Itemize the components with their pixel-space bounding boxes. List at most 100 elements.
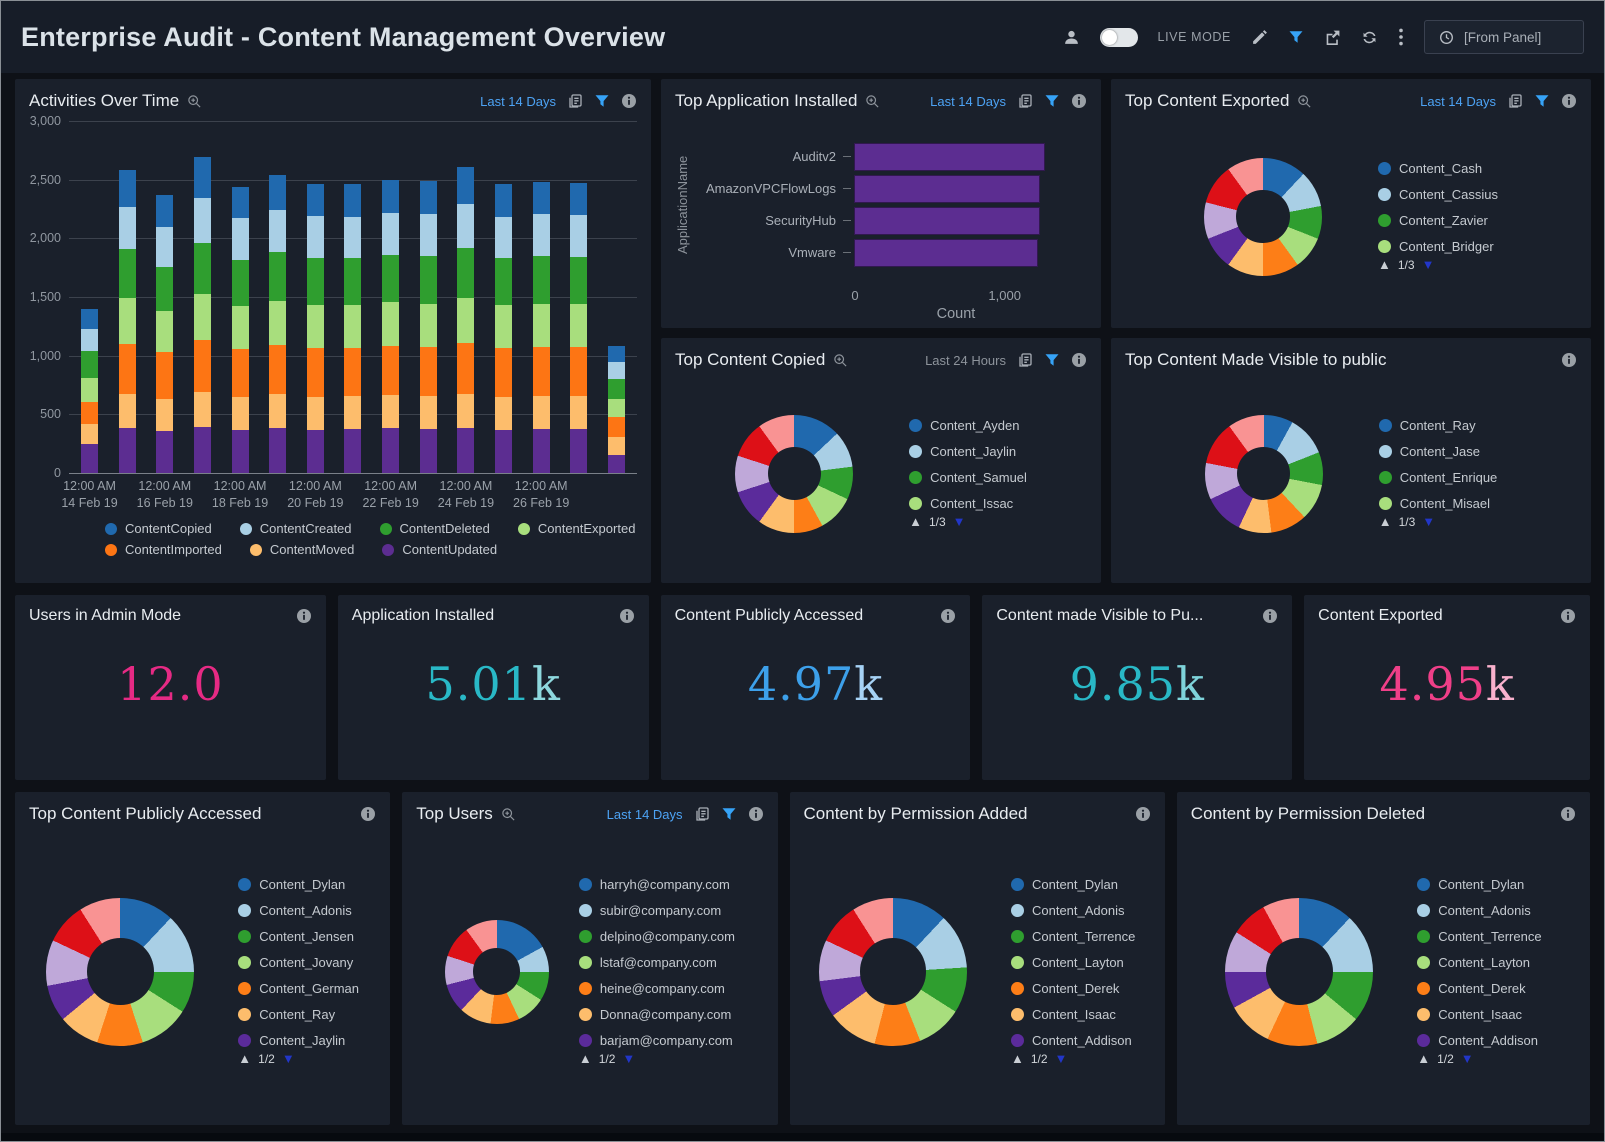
legend-item[interactable]: Content_Ayden	[909, 418, 1027, 433]
donut-chart[interactable]	[1225, 898, 1373, 1046]
info-icon[interactable]	[940, 608, 956, 624]
application-installed-bar-chart[interactable]: ApplicationNameAuditv2AmazonVPCFlowLogsS…	[661, 115, 1101, 328]
stacked-bar[interactable]	[194, 157, 211, 473]
info-icon[interactable]	[1071, 93, 1087, 109]
copy-icon[interactable]	[1507, 93, 1523, 109]
donut-chart[interactable]	[819, 898, 967, 1046]
filter-icon[interactable]	[1288, 29, 1304, 45]
pagination-up-icon[interactable]: ▲	[238, 1051, 251, 1066]
legend-item[interactable]: ContentDeleted	[380, 521, 490, 536]
info-icon[interactable]	[296, 608, 312, 624]
legend-item[interactable]: Content_Enrique	[1379, 470, 1498, 485]
info-icon[interactable]	[748, 806, 764, 822]
filter-icon[interactable]	[721, 806, 737, 822]
legend-item[interactable]: Content_Dylan	[238, 877, 359, 892]
legend-item[interactable]: Content_Jensen	[238, 929, 359, 944]
legend-item[interactable]: Content_Jovany	[238, 955, 359, 970]
stacked-bar[interactable]	[81, 309, 98, 473]
pagination-down-icon[interactable]: ▼	[282, 1051, 295, 1066]
live-mode-toggle[interactable]	[1100, 28, 1138, 47]
activities-stacked-bar-chart[interactable]: 3,0002,5002,0001,5001,000500012:00 AM14 …	[15, 115, 651, 583]
legend-item[interactable]: Content_Layton	[1011, 955, 1135, 970]
legend-item[interactable]: Content_Addison	[1011, 1033, 1135, 1048]
legend-item[interactable]: Content_Samuel	[909, 470, 1027, 485]
donut-chart[interactable]	[445, 920, 549, 1024]
legend-item[interactable]: ContentExported	[518, 521, 636, 536]
copy-icon[interactable]	[1017, 352, 1033, 368]
legend-item[interactable]: Content_Terrence	[1417, 929, 1541, 944]
copy-icon[interactable]	[694, 806, 710, 822]
legend-item[interactable]: Content_German	[238, 981, 359, 996]
stacked-bar[interactable]	[533, 182, 550, 473]
pagination-up-icon[interactable]: ▲	[1379, 514, 1392, 529]
legend-item[interactable]: heine@company.com	[579, 981, 735, 996]
info-icon[interactable]	[1560, 608, 1576, 624]
horizontal-bar[interactable]	[854, 143, 1045, 171]
legend-item[interactable]: ContentCreated	[240, 521, 352, 536]
stacked-bar[interactable]	[119, 170, 136, 473]
legend-item[interactable]: Content_Cassius	[1378, 187, 1498, 202]
zoom-in-icon[interactable]	[1297, 94, 1312, 109]
info-icon[interactable]	[619, 608, 635, 624]
panel-time-range[interactable]: Last 24 Hours	[925, 353, 1006, 368]
legend-item[interactable]: Content_Adonis	[1011, 903, 1135, 918]
legend-item[interactable]: Content_Ray	[238, 1007, 359, 1022]
copy-icon[interactable]	[567, 93, 583, 109]
legend-item[interactable]: Content_Dylan	[1011, 877, 1135, 892]
legend-item[interactable]: Content_Layton	[1417, 955, 1541, 970]
pagination-down-icon[interactable]: ▼	[1461, 1051, 1474, 1066]
stacked-bar[interactable]	[570, 183, 587, 473]
pagination-up-icon[interactable]: ▲	[909, 514, 922, 529]
edit-icon[interactable]	[1251, 29, 1268, 46]
info-icon[interactable]	[1561, 93, 1577, 109]
legend-item[interactable]: ContentImported	[105, 542, 222, 557]
legend-item[interactable]: Content_Ray	[1379, 418, 1498, 433]
legend-item[interactable]: Content_Terrence	[1011, 929, 1135, 944]
filter-icon[interactable]	[1044, 93, 1060, 109]
time-range-selector[interactable]: [From Panel]	[1424, 20, 1584, 54]
legend-item[interactable]: ContentUpdated	[382, 542, 497, 557]
panel-time-range[interactable]: Last 14 Days	[607, 807, 683, 822]
donut-chart[interactable]	[735, 415, 853, 533]
stacked-bar[interactable]	[344, 184, 361, 473]
donut-chart[interactable]	[1205, 415, 1323, 533]
pagination-down-icon[interactable]: ▼	[622, 1051, 635, 1066]
legend-item[interactable]: Content_Zavier	[1378, 213, 1498, 228]
zoom-in-icon[interactable]	[501, 807, 516, 822]
pagination-up-icon[interactable]: ▲	[1011, 1051, 1024, 1066]
info-icon[interactable]	[360, 806, 376, 822]
legend-item[interactable]: barjam@company.com	[579, 1033, 735, 1048]
stacked-bar[interactable]	[608, 346, 625, 473]
legend-item[interactable]: Content_Dylan	[1417, 877, 1541, 892]
horizontal-bar[interactable]	[854, 207, 1040, 235]
legend-item[interactable]: Content_Adonis	[1417, 903, 1541, 918]
pagination-down-icon[interactable]: ▼	[1422, 514, 1435, 529]
pagination-up-icon[interactable]: ▲	[579, 1051, 592, 1066]
refresh-icon[interactable]	[1361, 29, 1378, 46]
stacked-bar[interactable]	[382, 180, 399, 473]
pagination-up-icon[interactable]: ▲	[1378, 257, 1391, 272]
stacked-bar[interactable]	[457, 167, 474, 473]
pagination-down-icon[interactable]: ▼	[953, 514, 966, 529]
stacked-bar[interactable]	[156, 195, 173, 473]
legend-item[interactable]: Content_Isaac	[1417, 1007, 1541, 1022]
legend-item[interactable]: Content_Cash	[1378, 161, 1498, 176]
legend-item[interactable]: Content_Derek	[1011, 981, 1135, 996]
legend-item[interactable]: delpino@company.com	[579, 929, 735, 944]
horizontal-bar[interactable]	[854, 239, 1038, 267]
legend-item[interactable]: Donna@company.com	[579, 1007, 735, 1022]
filter-icon[interactable]	[1044, 352, 1060, 368]
legend-item[interactable]: Content_Derek	[1417, 981, 1541, 996]
panel-time-range[interactable]: Last 14 Days	[1420, 94, 1496, 109]
zoom-in-icon[interactable]	[865, 94, 880, 109]
more-options-icon[interactable]	[1398, 28, 1404, 46]
legend-item[interactable]: Content_Bridger	[1378, 239, 1498, 254]
copy-icon[interactable]	[1017, 93, 1033, 109]
panel-time-range[interactable]: Last 14 Days	[480, 94, 556, 109]
info-icon[interactable]	[1135, 806, 1151, 822]
legend-item[interactable]: Content_Isaac	[1011, 1007, 1135, 1022]
stacked-bar[interactable]	[232, 187, 249, 473]
legend-item[interactable]: subir@company.com	[579, 903, 735, 918]
pagination-down-icon[interactable]: ▼	[1422, 257, 1435, 272]
legend-item[interactable]: lstaf@company.com	[579, 955, 735, 970]
